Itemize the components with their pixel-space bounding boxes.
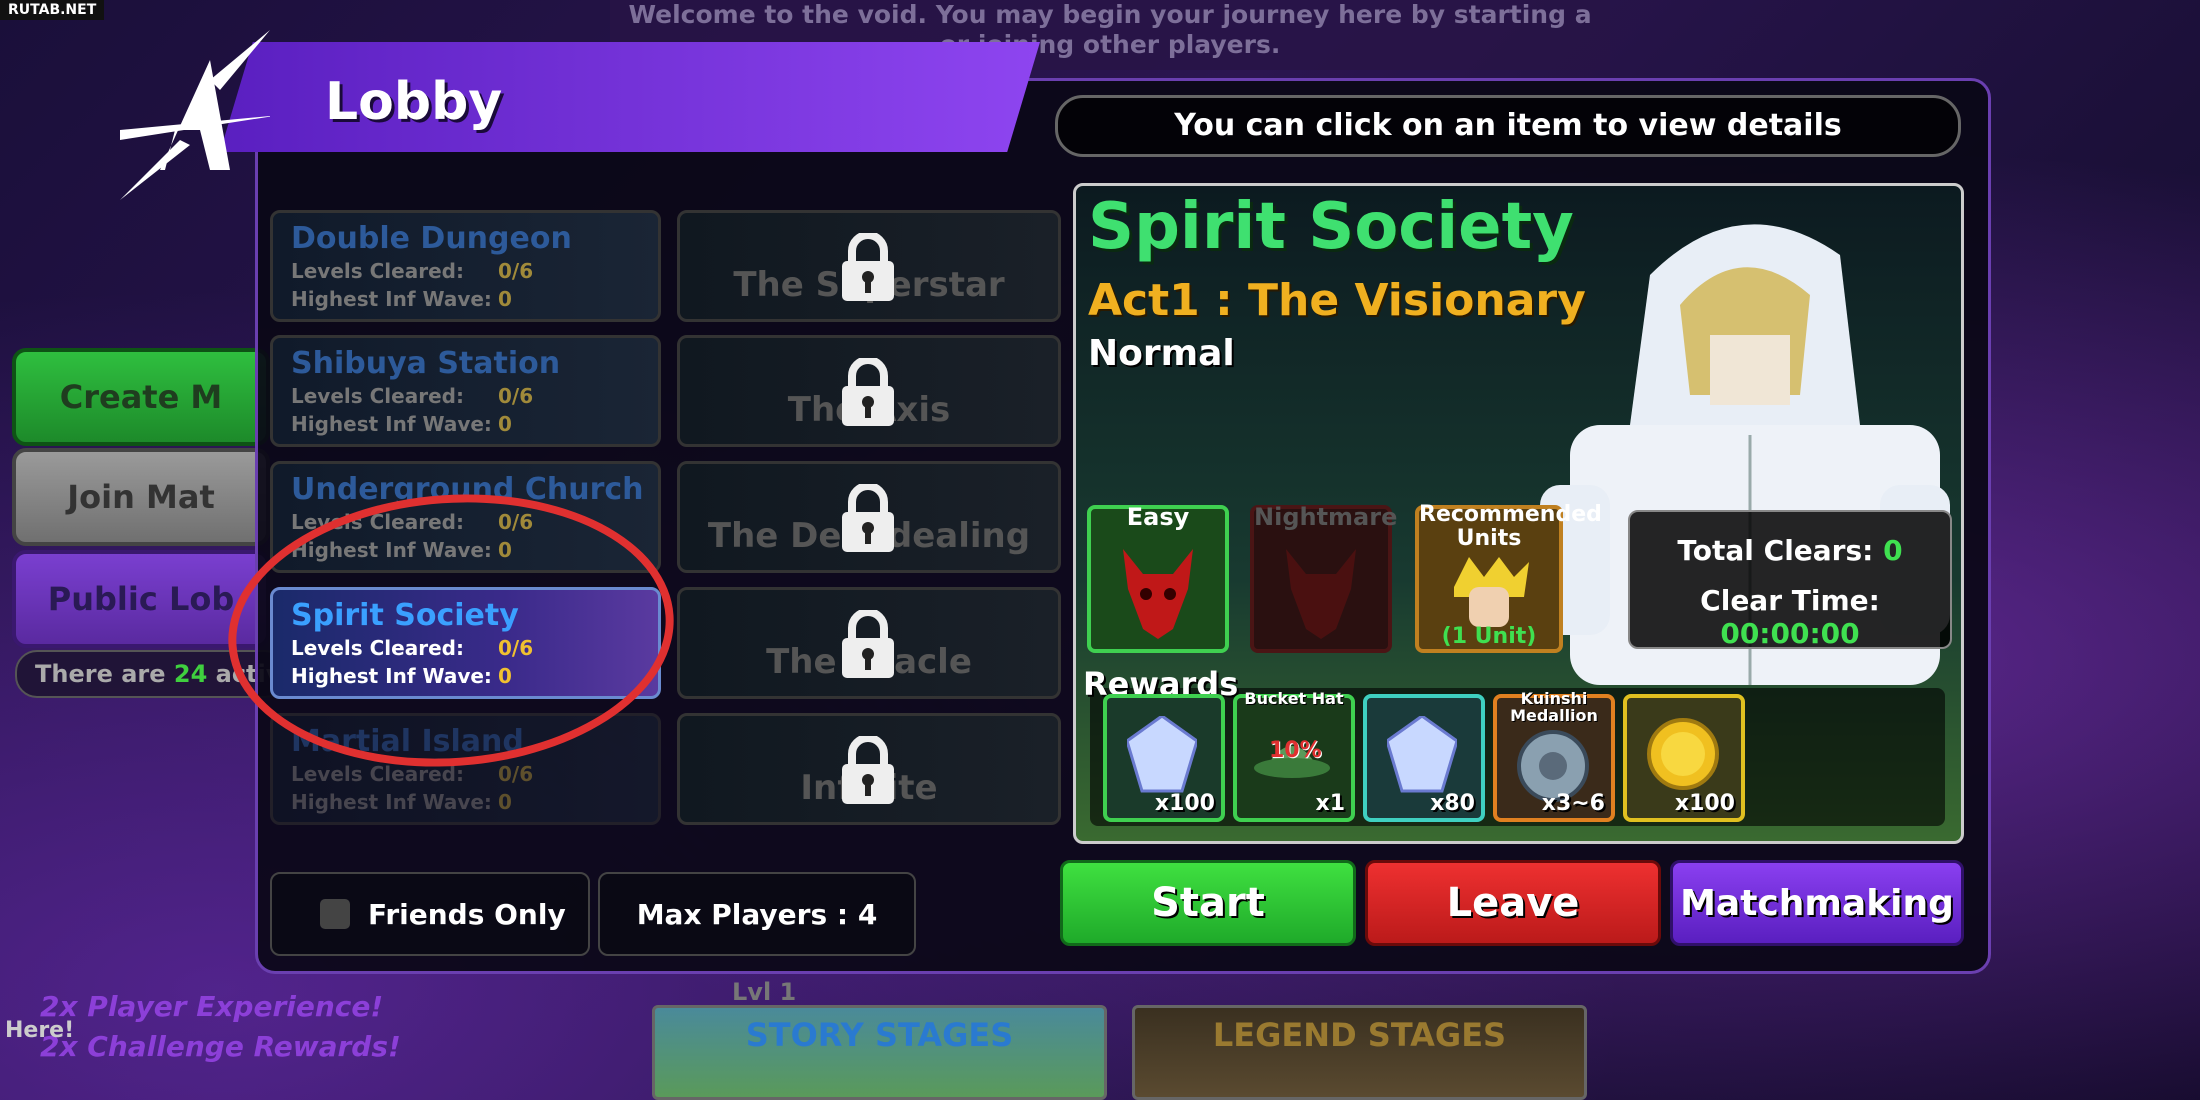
wave-label: Highest Inf Wave:: [291, 412, 492, 436]
reward-quantity: x100: [1674, 791, 1735, 816]
levels-value: 0/6: [498, 762, 534, 786]
gold-coin-icon: [1647, 718, 1719, 790]
units-count: (1 Unit): [1441, 624, 1537, 649]
stage-name: Shibuya Station: [291, 346, 561, 381]
reward-bucket-hat[interactable]: Bucket Hat 10% x1: [1233, 690, 1355, 822]
public-lobby-label: Public Lob: [47, 580, 235, 618]
create-match-button[interactable]: Create M: [12, 348, 270, 446]
story-stages-label: STORY STAGES: [745, 1016, 1014, 1054]
reward-caption: Bucket Hat: [1244, 689, 1344, 708]
reward-quantity: x1: [1315, 791, 1346, 816]
recommended-label: Recommended Units: [1419, 502, 1602, 551]
join-match-label: Join Mat: [67, 478, 215, 516]
wave-value: 0: [498, 412, 512, 436]
act-card-locked[interactable]: The Deal dealing: [677, 461, 1061, 573]
game-logo-icon: [120, 30, 270, 200]
lobby-title: Lobby: [325, 72, 503, 132]
max-players-label: Max Players : 4: [636, 897, 878, 931]
matchmaking-button[interactable]: Matchmaking: [1670, 860, 1964, 946]
lock-icon: [842, 484, 894, 552]
demon-icon: [1286, 549, 1356, 639]
act-card-locked[interactable]: The Axis: [677, 335, 1061, 447]
levels-label: Levels Cleared:: [291, 384, 464, 408]
wave-value: 0: [498, 790, 512, 814]
easy-label: Easy: [1126, 503, 1190, 531]
clear-time-value: 00:00:00: [1720, 617, 1860, 650]
act-card-locked[interactable]: The Oracle: [677, 587, 1061, 699]
recommended-units[interactable]: Recommended Units (1 Unit): [1415, 502, 1602, 653]
legend-stages-label: LEGEND STAGES: [1212, 1016, 1507, 1054]
wave-label: Highest Inf Wave:: [291, 287, 492, 311]
gem-icon: [1387, 716, 1457, 793]
nightmare-label: Nightmare: [1254, 503, 1398, 531]
active-count: 24: [173, 660, 208, 688]
friends-only-toggle[interactable]: Friends Only: [270, 872, 590, 956]
wave-value: 0: [498, 287, 512, 311]
lock-icon: [842, 233, 894, 301]
leave-label: Leave: [1446, 880, 1580, 926]
max-players-button[interactable]: Max Players : 4: [598, 872, 916, 956]
clear-time-label: Clear Time:: [1700, 584, 1880, 617]
easy-difficulty-button[interactable]: Easy: [1087, 503, 1229, 653]
total-clears-label: Total Clears:: [1677, 534, 1884, 567]
wave-label: Highest Inf Wave:: [291, 790, 492, 814]
lock-icon: [842, 610, 894, 678]
join-match-button[interactable]: Join Mat: [12, 448, 270, 546]
act-card-locked[interactable]: Infinite: [677, 713, 1061, 825]
reward-quantity: x80: [1430, 791, 1475, 816]
reward-quantity: x3~6: [1541, 791, 1605, 816]
nightmare-difficulty-button[interactable]: Nightmare: [1250, 503, 1398, 653]
reward-gem[interactable]: x100: [1103, 694, 1225, 822]
reward-caption: Kuinshi Medallion: [1510, 689, 1598, 725]
start-label: Start: [1151, 880, 1265, 926]
levels-label: Levels Cleared:: [291, 259, 464, 283]
detail-stage-title: Spirit Society: [1088, 190, 1574, 264]
levels-value: 0/6: [498, 259, 534, 283]
promo-here: Here!: [5, 1018, 75, 1043]
reward-quantity: x100: [1154, 791, 1215, 816]
details-hint: You can click on an item to view details: [1055, 95, 1961, 157]
promo-challenge: 2x Challenge Rewards!: [40, 1030, 401, 1063]
total-clears-value: 0: [1883, 534, 1903, 567]
reward-gem[interactable]: x80: [1363, 694, 1485, 822]
reward-gold[interactable]: x100: [1623, 694, 1745, 822]
detail-act-title: Act1 : The Visionary: [1088, 275, 1586, 326]
clear-time-row: Clear Time: 00:00:00: [1630, 584, 1950, 650]
stage-card-shibuya-station[interactable]: Shibuya Station Levels Cleared: 0/6 High…: [270, 335, 661, 447]
total-clears-row: Total Clears: 0: [1630, 534, 1950, 567]
welcome-line-1: Welcome to the void. You may begin your …: [628, 0, 1592, 29]
lock-icon: [842, 358, 894, 426]
lock-icon: [842, 736, 894, 804]
unit-portrait-icon: [1454, 557, 1529, 627]
act-card-locked[interactable]: The Superstar: [677, 210, 1061, 322]
legend-stages-tab[interactable]: LEGEND STAGES: [1132, 1005, 1587, 1100]
matchmaking-label: Matchmaking: [1680, 882, 1954, 924]
reward-chance: 10%: [1269, 738, 1322, 763]
story-stages-tab[interactable]: STORY STAGES: [652, 1005, 1107, 1100]
promo-player-exp: 2x Player Experience!: [40, 990, 384, 1023]
stage-name: Double Dungeon: [291, 221, 572, 256]
gem-icon: [1127, 716, 1197, 793]
levels-value: 0/6: [498, 384, 534, 408]
friends-only-checkbox[interactable]: [320, 899, 350, 929]
detail-difficulty: Normal: [1088, 333, 1235, 374]
clear-stats: Total Clears: 0 Clear Time: 00:00:00: [1628, 510, 1952, 650]
watermark: RUTAB.NET: [0, 0, 105, 20]
create-match-label: Create M: [59, 378, 223, 416]
reward-kuinshi-medallion[interactable]: Kuinshi Medallion x3~6: [1493, 690, 1615, 822]
start-button[interactable]: Start: [1060, 860, 1356, 946]
active-prefix: There are: [35, 660, 174, 688]
player-level: Lvl 1: [732, 978, 797, 1006]
friends-only-label: Friends Only: [368, 897, 566, 931]
stage-card-double-dungeon[interactable]: Double Dungeon Levels Cleared: 0/6 Highe…: [270, 210, 661, 322]
demon-icon: [1123, 549, 1193, 639]
leave-button[interactable]: Leave: [1365, 860, 1661, 946]
